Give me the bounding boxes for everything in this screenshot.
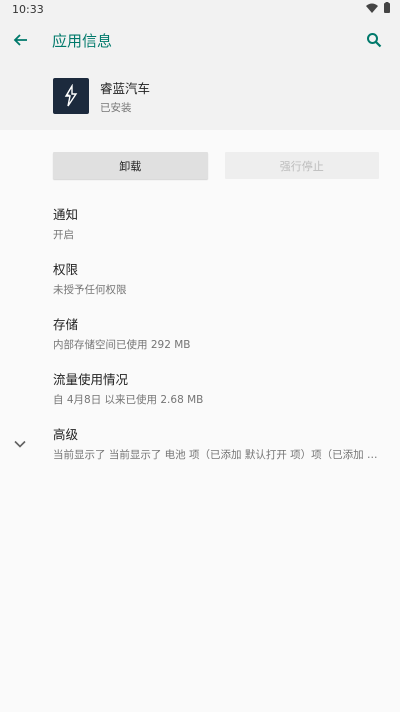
app-icon: [53, 78, 89, 114]
item-subtitle: 开启: [53, 228, 74, 241]
app-bar: 应用信息: [0, 18, 400, 62]
advanced-item[interactable]: 高级 当前显示了 当前显示了 电池 项（已添加 默认打开 项）项（已添加 高级…: [0, 415, 400, 470]
wifi-icon: [366, 3, 378, 16]
notifications-item[interactable]: 通知 开启: [0, 195, 400, 250]
data-usage-item[interactable]: 流量使用情况 自 4月8日 以来已使用 2.68 MB: [0, 360, 400, 415]
action-buttons: 卸载 强行停止: [0, 152, 400, 179]
item-title: 存储: [53, 316, 79, 332]
storage-item[interactable]: 存储 内部存储空间已使用 292 MB: [0, 305, 400, 360]
item-subtitle: 未授予任何权限: [53, 283, 127, 296]
status-time: 10:33: [12, 2, 44, 16]
item-subtitle: 自 4月8日 以来已使用 2.68 MB: [53, 393, 204, 406]
item-title: 流量使用情况: [53, 371, 129, 387]
app-header: 睿蓝汽车 已安装: [0, 62, 400, 130]
permissions-item[interactable]: 权限 未授予任何权限: [0, 250, 400, 305]
item-title: 高级: [53, 426, 79, 442]
status-bar: 10:33: [0, 0, 400, 18]
page-title: 应用信息: [52, 31, 113, 50]
app-name: 睿蓝汽车: [100, 80, 151, 96]
app-install-status: 已安装: [100, 101, 132, 114]
battery-icon: [384, 2, 390, 16]
chevron-down-icon: [14, 433, 26, 452]
settings-list: 通知 开启 权限 未授予任何权限 存储 内部存储空间已使用 292 MB 流量使…: [0, 195, 400, 470]
uninstall-button[interactable]: 卸载: [53, 152, 208, 179]
item-subtitle: 内部存储空间已使用 292 MB: [53, 338, 191, 351]
item-subtitle: 当前显示了 当前显示了 电池 项（已添加 默认打开 项）项（已添加 高级…: [53, 448, 380, 461]
search-icon[interactable]: [360, 26, 388, 54]
arrow-back-icon[interactable]: [12, 26, 40, 54]
item-title: 通知: [53, 206, 79, 222]
item-title: 权限: [53, 261, 79, 277]
force-stop-button: 强行停止: [224, 152, 379, 179]
